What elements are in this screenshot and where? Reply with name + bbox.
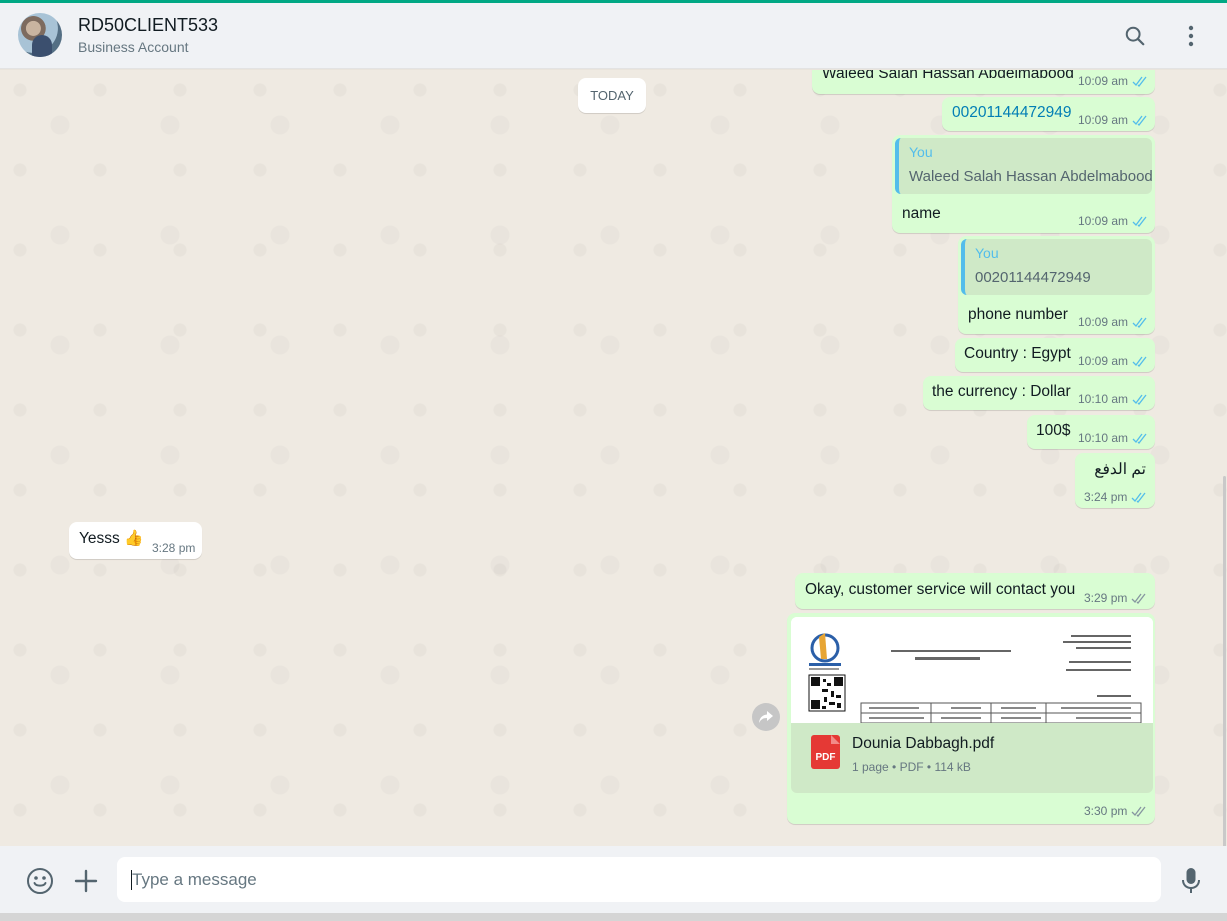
message-meta: 3:28 pm <box>152 541 195 555</box>
menu-icon[interactable] <box>1178 23 1204 49</box>
message-text: the currency : Dollar <box>932 383 1071 400</box>
message-text: Country : Egypt <box>964 345 1071 362</box>
message-bubble[interactable]: You Waleed Salah Hassan Abdelmabood name… <box>892 135 1155 233</box>
plus-icon[interactable] <box>71 866 101 896</box>
message-time: 3:28 pm <box>152 541 196 555</box>
read-tick-icon <box>1131 492 1146 503</box>
document-name: Dounia Dabbagh.pdf <box>852 735 995 752</box>
message-bubble[interactable]: 00201144472949 10:09 am <box>942 97 1155 131</box>
message-time: 10:09 am <box>1078 214 1129 228</box>
message-text: phone number <box>968 306 1068 323</box>
contact-subtitle: Business Account <box>78 39 189 55</box>
message-bubble[interactable]: تم الدفع 3:24 pm <box>1075 453 1155 508</box>
delivered-tick-icon <box>1131 806 1146 817</box>
read-tick-icon <box>1132 317 1147 328</box>
document-preview[interactable] <box>791 617 1153 723</box>
message-time: 3:24 pm <box>1084 490 1128 504</box>
message-time: 10:09 am <box>1078 315 1129 329</box>
message-text: Waleed Salah Hassan Abdelmabood <box>822 70 1074 82</box>
message-meta: 10:09 am <box>1078 214 1149 228</box>
scrollbar[interactable] <box>1223 476 1226 846</box>
message-list[interactable]: TODAY Waleed Salah Hassan Abdelmabood 10… <box>0 70 1227 846</box>
invoice-thumbnail <box>791 617 1153 723</box>
message-time: 10:10 am <box>1078 431 1129 445</box>
message-text: 100$ <box>1036 422 1071 439</box>
quoted-message[interactable]: You 00201144472949 <box>961 239 1152 295</box>
search-icon[interactable] <box>1122 23 1148 49</box>
forward-icon[interactable] <box>752 703 780 731</box>
message-bubble[interactable]: Yesss 👍 3:28 pm <box>69 522 202 559</box>
document-file-row[interactable]: PDF Dounia Dabbagh.pdf 1 page • PDF • 11… <box>791 723 1153 793</box>
read-tick-icon <box>1132 394 1147 405</box>
message-bubble[interactable]: Okay, customer service will contact you … <box>795 573 1155 609</box>
quote-text: 00201144472949 <box>975 269 1091 286</box>
delivered-tick-icon <box>1131 593 1146 604</box>
message-text: تم الدفع <box>1094 461 1146 478</box>
message-time: 10:09 am <box>1078 74 1129 88</box>
emoji-icon[interactable] <box>25 866 55 896</box>
message-time: 10:09 am <box>1078 354 1129 368</box>
message-meta: 10:10 am <box>1078 392 1149 406</box>
document-message[interactable]: PDF Dounia Dabbagh.pdf 1 page • PDF • 11… <box>787 613 1155 824</box>
message-input[interactable] <box>117 857 1161 902</box>
message-text: Yesss 👍 <box>79 530 144 547</box>
quote-text: Waleed Salah Hassan Abdelmabood <box>909 168 1153 185</box>
message-meta: 10:09 am <box>1078 113 1149 127</box>
message-meta: 3:30 pm <box>1084 804 1148 818</box>
message-bubble[interactable]: You 00201144472949 phone number 10:09 am <box>958 236 1155 334</box>
read-tick-icon <box>1132 115 1147 126</box>
read-tick-icon <box>1132 76 1147 87</box>
read-tick-icon <box>1132 433 1147 444</box>
message-time: 3:29 pm <box>1084 591 1128 605</box>
document-info: 1 page • PDF • 114 kB <box>852 760 971 774</box>
day-badge: TODAY <box>578 78 646 113</box>
message-meta: 10:09 am <box>1078 315 1149 329</box>
chat-header: RD50CLIENT533 Business Account <box>0 3 1227 69</box>
pdf-file-icon: PDF <box>811 735 840 769</box>
window-bottom-edge <box>0 913 1227 921</box>
read-tick-icon <box>1132 356 1147 367</box>
contact-name[interactable]: RD50CLIENT533 <box>78 15 218 36</box>
message-bubble[interactable]: Country : Egypt 10:09 am <box>955 338 1155 372</box>
message-meta: 10:09 am <box>1078 354 1149 368</box>
message-meta: 3:29 pm <box>1084 591 1148 605</box>
composer <box>0 846 1227 915</box>
message-bubble[interactable]: Waleed Salah Hassan Abdelmabood 10:09 am <box>812 70 1155 94</box>
message-time: 10:09 am <box>1078 113 1129 127</box>
quote-author: You <box>909 144 933 160</box>
message-text: Okay, customer service will contact you <box>805 581 1076 598</box>
read-tick-icon <box>1132 216 1147 227</box>
message-bubble[interactable]: the currency : Dollar 10:10 am <box>923 376 1155 410</box>
phone-link[interactable]: 00201144472949 <box>952 104 1072 122</box>
message-text: name <box>902 205 941 222</box>
quoted-message[interactable]: You Waleed Salah Hassan Abdelmabood <box>895 138 1153 194</box>
message-meta: 10:09 am <box>1078 74 1149 88</box>
avatar[interactable] <box>18 13 62 57</box>
message-meta: 10:10 am <box>1078 431 1149 445</box>
message-time: 3:30 pm <box>1084 804 1128 818</box>
mic-icon[interactable] <box>1176 866 1206 896</box>
message-bubble[interactable]: 100$ 10:10 am <box>1027 415 1155 449</box>
message-meta: 3:24 pm <box>1084 490 1148 504</box>
text-caret <box>131 870 132 890</box>
quote-author: You <box>975 245 999 261</box>
message-time: 10:10 am <box>1078 392 1129 406</box>
